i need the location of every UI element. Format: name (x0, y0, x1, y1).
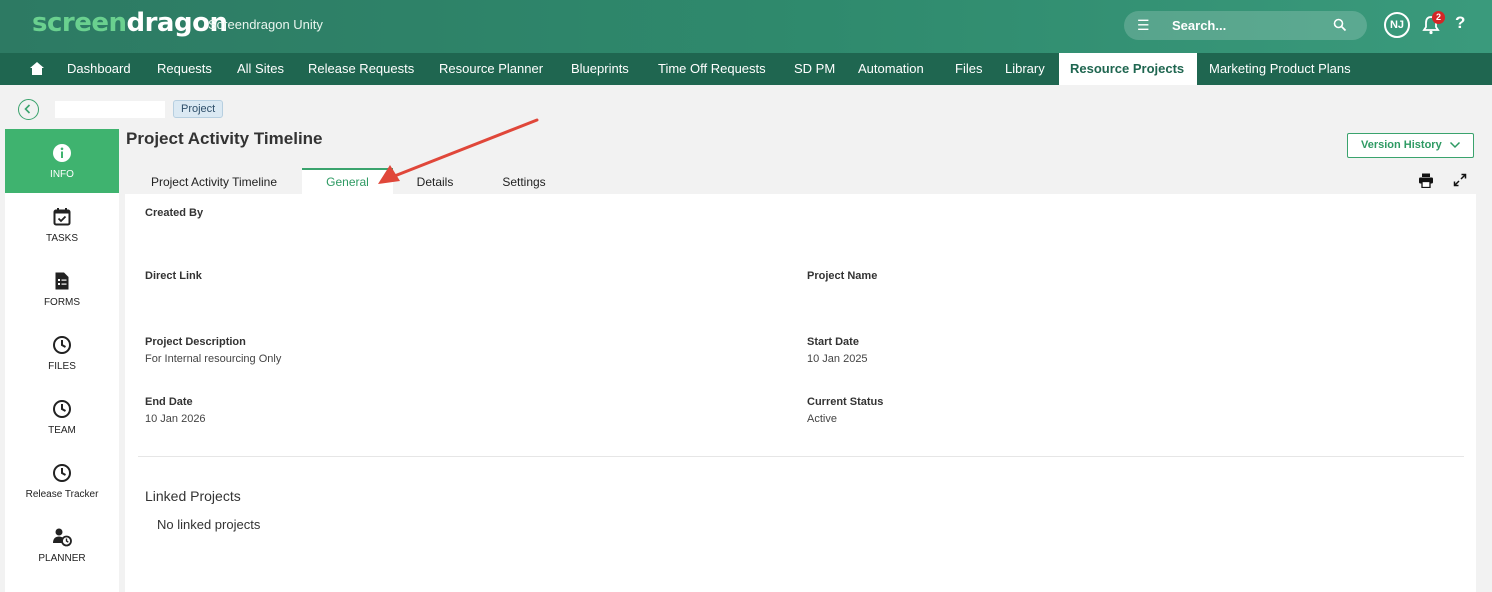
version-history-button[interactable]: Version History (1347, 133, 1474, 158)
sidebar-label-team: TEAM (48, 425, 76, 436)
clock-icon (53, 464, 71, 482)
field-label-direct-link: Direct Link (145, 270, 202, 282)
linked-projects-empty-text: No linked projects (157, 517, 261, 532)
form-icon (55, 272, 69, 290)
logo[interactable]: screendragon (32, 8, 228, 38)
nav-item-automation[interactable]: Automation (847, 53, 935, 85)
menu-icon[interactable]: ☰ (1137, 17, 1150, 34)
sidebar-label-planner: PLANNER (38, 553, 86, 564)
field-label-created-by: Created By (145, 207, 204, 219)
nav-item-sd-pm[interactable]: SD PM (783, 53, 846, 85)
nav-item-resource-projects[interactable]: Resource Projects (1059, 53, 1197, 85)
sidebar-label-tasks: TASKS (45, 233, 79, 244)
back-button[interactable] (18, 99, 39, 120)
search-bar[interactable]: ☰ Search... (1124, 11, 1367, 40)
info-icon (53, 144, 71, 162)
field-label-start-date: Start Date (807, 336, 859, 348)
nav-item-all-sites[interactable]: All Sites (226, 53, 295, 85)
nav-item-resource-planner[interactable]: Resource Planner (428, 53, 554, 85)
sidebar-item-files[interactable]: FILES (5, 321, 119, 385)
sidebar-label-release-tracker: Release Tracker (25, 489, 99, 500)
chevron-left-icon (24, 104, 31, 114)
search-icon[interactable] (1333, 18, 1347, 32)
user-avatar[interactable]: NJ (1384, 12, 1410, 38)
annotation-arrow-icon (378, 118, 539, 184)
sidebar-item-release-tracker[interactable]: Release Tracker (5, 449, 119, 513)
sidebar-item-info[interactable]: INFO (5, 129, 119, 193)
field-value-current-status: Active (807, 413, 837, 425)
nav-item-library[interactable]: Library (994, 53, 1056, 85)
breadcrumb-type-tag: Project (173, 100, 224, 118)
version-history-label: Version History (1361, 139, 1442, 151)
expand-icon[interactable] (1453, 173, 1467, 187)
nav-item-files[interactable]: Files (944, 53, 993, 85)
sidebar: INFO TASKS FORMS FILES TEAM Release Trac… (5, 129, 119, 592)
nav-item-time-off-requests[interactable]: Time Off Requests (647, 53, 777, 85)
tab-project-activity-timeline[interactable]: Project Activity Timeline (140, 168, 288, 194)
nav-item-dashboard[interactable]: Dashboard (56, 53, 142, 85)
nav-item-marketing-product-plans[interactable]: Marketing Product Plans (1198, 53, 1362, 85)
field-label-project-name: Project Name (807, 270, 878, 282)
sidebar-item-team[interactable]: TEAM (5, 385, 119, 449)
field-label-end-date: End Date (145, 396, 193, 408)
logo-text-part1: screen (32, 8, 127, 38)
linked-projects-title: Linked Projects (145, 488, 241, 504)
sidebar-item-planner[interactable]: PLANNER (5, 513, 119, 577)
field-value-end-date: 10 Jan 2026 (145, 413, 206, 425)
user-clock-icon (53, 528, 72, 547)
nav-item-requests[interactable]: Requests (146, 53, 223, 85)
main-nav: Dashboard Requests All Sites Release Req… (0, 53, 1492, 85)
print-icon[interactable] (1418, 173, 1434, 188)
breadcrumb-project-name[interactable] (55, 101, 165, 118)
sidebar-label-info: INFO (50, 169, 74, 180)
nav-item-blueprints[interactable]: Blueprints (560, 53, 640, 85)
search-placeholder: Search... (1172, 18, 1227, 33)
field-value-start-date: 10 Jan 2025 (807, 353, 868, 365)
chevron-down-icon (1449, 141, 1461, 149)
sidebar-label-files: FILES (48, 361, 76, 372)
calendar-check-icon (53, 208, 71, 226)
field-label-current-status: Current Status (807, 396, 884, 408)
field-label-project-description: Project Description (145, 336, 246, 348)
notification-badge: 2 (1432, 11, 1445, 24)
top-header: screendragon Screendragon Unity ☰ Search… (0, 0, 1492, 53)
home-icon[interactable] (30, 62, 44, 75)
clock-icon (53, 336, 71, 354)
general-panel: Created By Direct Link Project Name Proj… (125, 194, 1476, 592)
field-value-project-description: For Internal resourcing Only (145, 353, 282, 365)
help-icon[interactable]: ? (1455, 13, 1465, 33)
sidebar-label-forms: FORMS (43, 297, 81, 308)
page-title: Project Activity Timeline (126, 129, 323, 148)
sidebar-item-forms[interactable]: FORMS (5, 257, 119, 321)
clock-icon (53, 400, 71, 418)
sidebar-item-tasks[interactable]: TASKS (5, 193, 119, 257)
section-divider (138, 456, 1464, 457)
nav-item-release-requests[interactable]: Release Requests (297, 53, 425, 85)
app-name: Screendragon Unity (208, 17, 323, 32)
